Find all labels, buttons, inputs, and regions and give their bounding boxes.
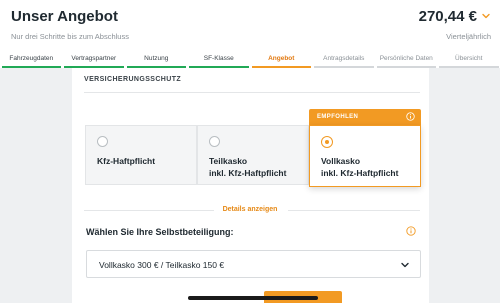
select-value: Vollkasko 300 € / Teilkasko 150 € xyxy=(99,260,225,270)
chevron-down-icon[interactable] xyxy=(481,11,491,21)
price[interactable]: 270,44 € xyxy=(419,8,477,25)
step-fahrzeugdaten[interactable]: Fahrzeugdaten xyxy=(1,52,61,68)
step-label: Persönliche Daten xyxy=(379,55,433,62)
option-label: Teilkasko inkl. Kfz-Haftpflicht xyxy=(209,155,286,179)
radio-button[interactable] xyxy=(209,136,220,147)
header: Unser Angebot Nur drei Schritte bis zum … xyxy=(0,0,500,68)
option-label-line1: Vollkasko xyxy=(321,156,361,166)
progress-steps: Fahrzeugdaten Vertragspartner Nutzung SF… xyxy=(0,52,500,68)
step-label: Angebot xyxy=(268,55,295,62)
page-title: Unser Angebot xyxy=(11,8,118,25)
section-label: VERSICHERUNGSSCHUTZ xyxy=(84,76,182,83)
option-label: Vollkasko inkl. Kfz-Haftpflicht xyxy=(321,155,398,179)
option-label-line1: Teilkasko xyxy=(209,156,248,166)
coverage-option-vollkasko[interactable]: Vollkasko inkl. Kfz-Haftpflicht xyxy=(309,125,421,187)
chevron-down-icon xyxy=(401,262,409,268)
step-label: Übersicht xyxy=(455,55,483,62)
step-label: Nutzung xyxy=(144,55,169,62)
deductible-label: Wählen Sie Ihre Selbstbeteiligung: xyxy=(86,227,234,237)
step-label: Vertragspartner xyxy=(71,55,117,62)
coverage-option-teilkasko[interactable]: Teilkasko inkl. Kfz-Haftpflicht xyxy=(197,125,309,185)
step-label: SF-Klasse xyxy=(203,55,234,62)
home-indicator xyxy=(188,296,318,300)
option-label-line1: Kfz-Haftpflicht xyxy=(97,156,156,166)
step-persoenliche-daten[interactable]: Persönliche Daten xyxy=(376,52,436,68)
recommended-badge: EMPFOHLEN xyxy=(309,109,421,125)
info-icon[interactable] xyxy=(406,226,416,236)
step-angebot[interactable]: Angebot xyxy=(251,52,311,68)
radio-button[interactable] xyxy=(97,136,108,147)
step-label: Fahrzeugdaten xyxy=(9,55,54,62)
step-vertragspartner[interactable]: Vertragspartner xyxy=(64,52,124,68)
step-label: Antragsdetails xyxy=(323,55,365,62)
page-subtitle: Nur drei Schritte bis zum Abschluss xyxy=(11,32,129,41)
price-period: Vierteljährlich xyxy=(446,32,491,41)
info-icon[interactable] xyxy=(406,112,415,121)
step-sf-klasse[interactable]: SF-Klasse xyxy=(189,52,249,68)
step-uebersicht[interactable]: Übersicht xyxy=(439,52,499,68)
option-label: Kfz-Haftpflicht xyxy=(97,155,155,167)
option-label-line2: inkl. Kfz-Haftpflicht xyxy=(209,168,287,178)
recommended-label: EMPFOHLEN xyxy=(317,114,359,120)
option-label-line2: inkl. Kfz-Haftpflicht xyxy=(321,168,399,178)
details-link[interactable]: Details anzeigen xyxy=(0,206,500,213)
step-nutzung[interactable]: Nutzung xyxy=(126,52,186,68)
coverage-option-kfz-haftpflicht[interactable]: Kfz-Haftpflicht xyxy=(85,125,197,185)
radio-button-selected[interactable] xyxy=(321,136,333,148)
deductible-select[interactable]: Vollkasko 300 € / Teilkasko 150 € xyxy=(86,250,421,278)
divider xyxy=(84,92,420,93)
step-antragsdetails[interactable]: Antragsdetails xyxy=(314,52,374,68)
